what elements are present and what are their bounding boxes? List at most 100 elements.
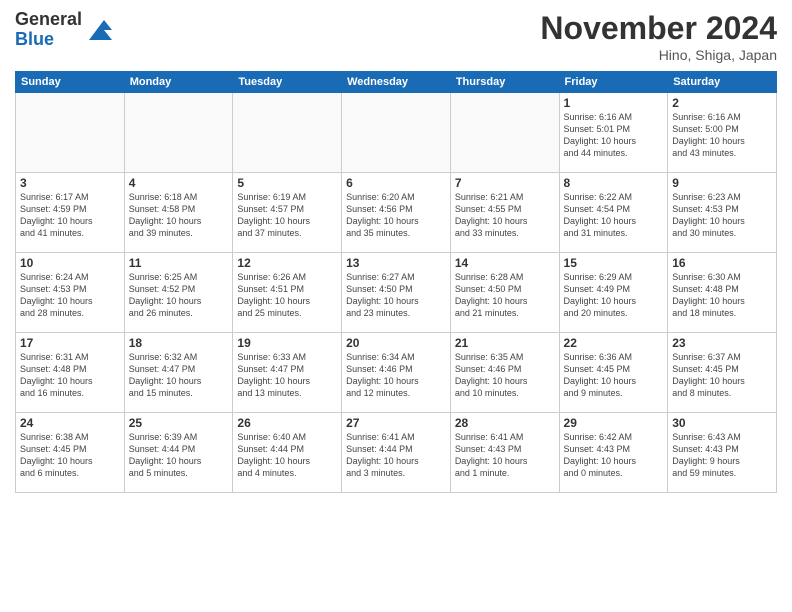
calendar-cell: 19Sunrise: 6:33 AM Sunset: 4:47 PM Dayli… <box>233 333 342 413</box>
calendar-cell: 1Sunrise: 6:16 AM Sunset: 5:01 PM Daylig… <box>559 93 668 173</box>
day-info: Sunrise: 6:23 AM Sunset: 4:53 PM Dayligh… <box>672 191 772 240</box>
day-info: Sunrise: 6:16 AM Sunset: 5:00 PM Dayligh… <box>672 111 772 160</box>
calendar-cell: 8Sunrise: 6:22 AM Sunset: 4:54 PM Daylig… <box>559 173 668 253</box>
day-number: 17 <box>20 336 120 350</box>
day-info: Sunrise: 6:32 AM Sunset: 4:47 PM Dayligh… <box>129 351 229 400</box>
calendar-table: SundayMondayTuesdayWednesdayThursdayFrid… <box>15 71 777 493</box>
day-info: Sunrise: 6:36 AM Sunset: 4:45 PM Dayligh… <box>564 351 664 400</box>
calendar-week: 1Sunrise: 6:16 AM Sunset: 5:01 PM Daylig… <box>16 93 777 173</box>
day-number: 14 <box>455 256 555 270</box>
day-info: Sunrise: 6:22 AM Sunset: 4:54 PM Dayligh… <box>564 191 664 240</box>
weekday-header: Sunday <box>16 72 125 93</box>
page-header: General Blue November 2024 Hino, Shiga, … <box>15 10 777 63</box>
weekday-header: Wednesday <box>342 72 451 93</box>
title-block: November 2024 Hino, Shiga, Japan <box>540 10 777 63</box>
day-number: 21 <box>455 336 555 350</box>
logo-blue: Blue <box>15 29 54 49</box>
calendar-cell: 13Sunrise: 6:27 AM Sunset: 4:50 PM Dayli… <box>342 253 451 333</box>
calendar-cell: 2Sunrise: 6:16 AM Sunset: 5:00 PM Daylig… <box>668 93 777 173</box>
day-number: 30 <box>672 416 772 430</box>
calendar-week: 24Sunrise: 6:38 AM Sunset: 4:45 PM Dayli… <box>16 413 777 493</box>
day-number: 4 <box>129 176 229 190</box>
calendar-cell <box>450 93 559 173</box>
calendar-cell: 9Sunrise: 6:23 AM Sunset: 4:53 PM Daylig… <box>668 173 777 253</box>
day-info: Sunrise: 6:40 AM Sunset: 4:44 PM Dayligh… <box>237 431 337 480</box>
day-number: 20 <box>346 336 446 350</box>
day-number: 8 <box>564 176 664 190</box>
weekday-header: Saturday <box>668 72 777 93</box>
day-info: Sunrise: 6:41 AM Sunset: 4:43 PM Dayligh… <box>455 431 555 480</box>
calendar-cell: 22Sunrise: 6:36 AM Sunset: 4:45 PM Dayli… <box>559 333 668 413</box>
day-info: Sunrise: 6:42 AM Sunset: 4:43 PM Dayligh… <box>564 431 664 480</box>
location: Hino, Shiga, Japan <box>540 47 777 63</box>
day-info: Sunrise: 6:19 AM Sunset: 4:57 PM Dayligh… <box>237 191 337 240</box>
calendar-cell: 23Sunrise: 6:37 AM Sunset: 4:45 PM Dayli… <box>668 333 777 413</box>
calendar-cell <box>16 93 125 173</box>
calendar-cell: 17Sunrise: 6:31 AM Sunset: 4:48 PM Dayli… <box>16 333 125 413</box>
day-info: Sunrise: 6:26 AM Sunset: 4:51 PM Dayligh… <box>237 271 337 320</box>
calendar-cell <box>124 93 233 173</box>
weekday-header: Monday <box>124 72 233 93</box>
logo-general: General <box>15 9 82 29</box>
day-info: Sunrise: 6:30 AM Sunset: 4:48 PM Dayligh… <box>672 271 772 320</box>
day-info: Sunrise: 6:20 AM Sunset: 4:56 PM Dayligh… <box>346 191 446 240</box>
day-info: Sunrise: 6:27 AM Sunset: 4:50 PM Dayligh… <box>346 271 446 320</box>
day-number: 22 <box>564 336 664 350</box>
calendar-cell: 15Sunrise: 6:29 AM Sunset: 4:49 PM Dayli… <box>559 253 668 333</box>
logo: General Blue <box>15 10 114 50</box>
calendar-cell: 12Sunrise: 6:26 AM Sunset: 4:51 PM Dayli… <box>233 253 342 333</box>
calendar-cell: 25Sunrise: 6:39 AM Sunset: 4:44 PM Dayli… <box>124 413 233 493</box>
calendar-cell <box>233 93 342 173</box>
day-info: Sunrise: 6:28 AM Sunset: 4:50 PM Dayligh… <box>455 271 555 320</box>
calendar-cell: 18Sunrise: 6:32 AM Sunset: 4:47 PM Dayli… <box>124 333 233 413</box>
day-number: 9 <box>672 176 772 190</box>
calendar-body: 1Sunrise: 6:16 AM Sunset: 5:01 PM Daylig… <box>16 93 777 493</box>
day-info: Sunrise: 6:29 AM Sunset: 4:49 PM Dayligh… <box>564 271 664 320</box>
day-info: Sunrise: 6:33 AM Sunset: 4:47 PM Dayligh… <box>237 351 337 400</box>
day-info: Sunrise: 6:17 AM Sunset: 4:59 PM Dayligh… <box>20 191 120 240</box>
day-number: 15 <box>564 256 664 270</box>
day-number: 2 <box>672 96 772 110</box>
day-info: Sunrise: 6:21 AM Sunset: 4:55 PM Dayligh… <box>455 191 555 240</box>
day-info: Sunrise: 6:35 AM Sunset: 4:46 PM Dayligh… <box>455 351 555 400</box>
day-info: Sunrise: 6:18 AM Sunset: 4:58 PM Dayligh… <box>129 191 229 240</box>
day-number: 6 <box>346 176 446 190</box>
day-number: 1 <box>564 96 664 110</box>
day-info: Sunrise: 6:38 AM Sunset: 4:45 PM Dayligh… <box>20 431 120 480</box>
day-info: Sunrise: 6:41 AM Sunset: 4:44 PM Dayligh… <box>346 431 446 480</box>
calendar-cell: 5Sunrise: 6:19 AM Sunset: 4:57 PM Daylig… <box>233 173 342 253</box>
day-number: 18 <box>129 336 229 350</box>
calendar-week: 3Sunrise: 6:17 AM Sunset: 4:59 PM Daylig… <box>16 173 777 253</box>
day-number: 24 <box>20 416 120 430</box>
logo-icon <box>84 15 114 45</box>
calendar-cell: 27Sunrise: 6:41 AM Sunset: 4:44 PM Dayli… <box>342 413 451 493</box>
day-info: Sunrise: 6:37 AM Sunset: 4:45 PM Dayligh… <box>672 351 772 400</box>
calendar-cell: 21Sunrise: 6:35 AM Sunset: 4:46 PM Dayli… <box>450 333 559 413</box>
calendar-cell: 28Sunrise: 6:41 AM Sunset: 4:43 PM Dayli… <box>450 413 559 493</box>
day-info: Sunrise: 6:16 AM Sunset: 5:01 PM Dayligh… <box>564 111 664 160</box>
day-number: 28 <box>455 416 555 430</box>
weekday-header: Thursday <box>450 72 559 93</box>
day-number: 19 <box>237 336 337 350</box>
calendar-header: SundayMondayTuesdayWednesdayThursdayFrid… <box>16 72 777 93</box>
day-number: 16 <box>672 256 772 270</box>
calendar-cell: 29Sunrise: 6:42 AM Sunset: 4:43 PM Dayli… <box>559 413 668 493</box>
calendar-cell: 6Sunrise: 6:20 AM Sunset: 4:56 PM Daylig… <box>342 173 451 253</box>
calendar-cell: 20Sunrise: 6:34 AM Sunset: 4:46 PM Dayli… <box>342 333 451 413</box>
calendar-week: 17Sunrise: 6:31 AM Sunset: 4:48 PM Dayli… <box>16 333 777 413</box>
calendar-cell: 11Sunrise: 6:25 AM Sunset: 4:52 PM Dayli… <box>124 253 233 333</box>
day-number: 3 <box>20 176 120 190</box>
day-number: 23 <box>672 336 772 350</box>
calendar-cell: 30Sunrise: 6:43 AM Sunset: 4:43 PM Dayli… <box>668 413 777 493</box>
day-info: Sunrise: 6:34 AM Sunset: 4:46 PM Dayligh… <box>346 351 446 400</box>
day-number: 26 <box>237 416 337 430</box>
calendar-cell: 7Sunrise: 6:21 AM Sunset: 4:55 PM Daylig… <box>450 173 559 253</box>
day-number: 7 <box>455 176 555 190</box>
calendar-cell: 4Sunrise: 6:18 AM Sunset: 4:58 PM Daylig… <box>124 173 233 253</box>
weekday-header: Friday <box>559 72 668 93</box>
day-number: 29 <box>564 416 664 430</box>
calendar-cell <box>342 93 451 173</box>
day-number: 13 <box>346 256 446 270</box>
weekday-header: Tuesday <box>233 72 342 93</box>
day-number: 25 <box>129 416 229 430</box>
